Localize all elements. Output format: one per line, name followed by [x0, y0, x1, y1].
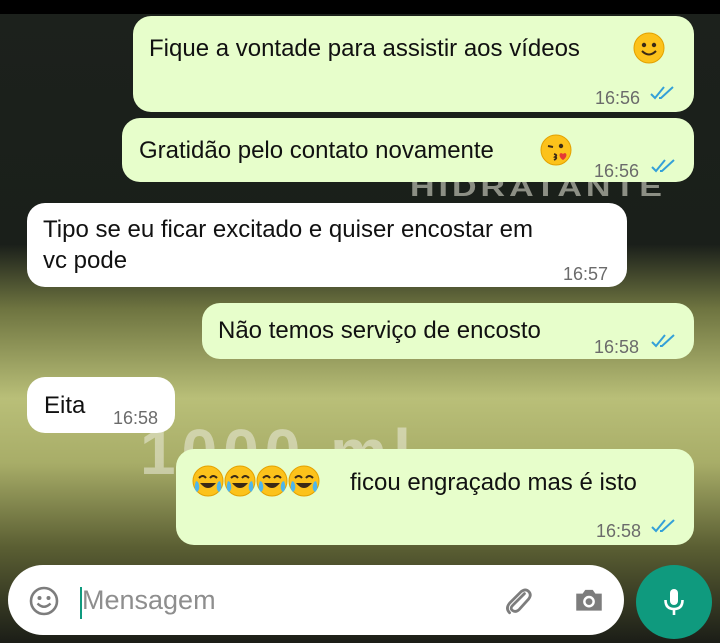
message-time: 16:58	[594, 337, 640, 357]
outgoing-message[interactable]: Não temos serviço de encosto 16:58	[202, 303, 694, 359]
message-text: Não temos serviço de encosto	[218, 317, 541, 344]
attach-icon[interactable]	[500, 583, 534, 617]
read-receipt-icon	[651, 334, 675, 348]
incoming-message[interactable]: Tipo se eu ficar excitado e quiser encos…	[27, 203, 627, 287]
outgoing-message[interactable]: Fique a vontade para assistir aos vídeos…	[133, 16, 694, 112]
face-with-tears-of-joy-icon	[224, 465, 256, 497]
emoji-group	[192, 465, 320, 499]
message-time: 16:56	[595, 88, 641, 108]
face-blowing-kiss-icon	[540, 134, 572, 168]
emoji-icon[interactable]	[28, 585, 60, 617]
message-input[interactable]: Mensagem	[82, 585, 216, 616]
message-text-line: vc pode	[43, 247, 128, 274]
message-time: 16:58	[113, 408, 159, 428]
outgoing-message[interactable]: ficou engraçado mas é isto 16:58	[176, 449, 694, 545]
outgoing-message[interactable]: Gratidão pelo contato novamente 16:56	[122, 118, 694, 182]
face-with-tears-of-joy-icon	[256, 465, 288, 497]
read-receipt-icon	[651, 159, 675, 173]
message-time: 16:58	[596, 521, 642, 541]
message-text: Eita	[44, 392, 86, 419]
message-composer: Mensagem	[8, 565, 624, 635]
slightly-smiling-face-icon	[633, 32, 665, 66]
camera-icon[interactable]	[572, 583, 606, 617]
message-text: ficou engraçado mas é isto	[350, 469, 637, 496]
message-time: 16:56	[594, 161, 640, 181]
message-text: Fique a vontade para assistir aos vídeos	[149, 35, 580, 62]
status-bar	[0, 0, 720, 14]
message-text: Gratidão pelo contato novamente	[139, 137, 494, 164]
mic-icon	[664, 589, 684, 615]
face-with-tears-of-joy-icon	[192, 465, 224, 497]
read-receipt-icon	[651, 519, 675, 533]
face-with-tears-of-joy-icon	[288, 465, 320, 497]
message-time: 16:57	[563, 264, 609, 284]
voice-message-button[interactable]	[636, 565, 712, 639]
read-receipt-icon	[650, 86, 674, 100]
incoming-message[interactable]: Eita 16:58	[27, 377, 175, 433]
message-text-line: Tipo se eu ficar excitado e quiser encos…	[43, 216, 534, 243]
